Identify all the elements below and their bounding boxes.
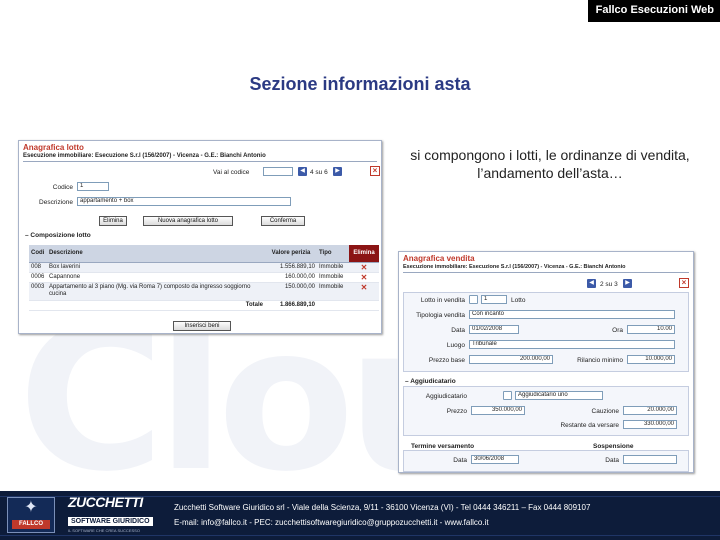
prezzo-input[interactable]: 350.000,00: [471, 406, 525, 415]
window-subtitle: Esecuzione immobiliare: Esecuzione S.r.l…: [403, 264, 626, 270]
slide-description: si compongono i lotti, le ordinanze di v…: [410, 147, 690, 181]
data-label: Data: [451, 327, 465, 334]
footer-address: Zucchetti Software Giuridico srl - Viale…: [174, 503, 591, 512]
delete-row-icon[interactable]: ✕: [349, 272, 379, 283]
table-row[interactable]: 008 Box laverini 1.556.889,10 Immobile ✕: [29, 262, 379, 273]
restante-label: Restante da versare: [560, 422, 619, 429]
close-icon[interactable]: ×: [370, 166, 380, 176]
divider: [403, 272, 689, 273]
row-value: 160.000,00: [265, 272, 317, 283]
row-value: 1.556.889,10: [265, 262, 317, 273]
delete-row-icon[interactable]: ✕: [349, 262, 379, 273]
ora-input[interactable]: 10.00: [627, 325, 675, 334]
row-type: Immobile: [317, 282, 349, 301]
section-label: Composizione lotto: [30, 232, 91, 239]
brand-label: Fallco Esecuzioni Web: [587, 0, 720, 22]
window-subtitle: Esecuzione immobiliare: Esecuzione S.r.l…: [23, 153, 266, 159]
lookup-button[interactable]: [469, 295, 478, 304]
prev-record-button[interactable]: ◀: [587, 279, 596, 288]
luogo-input[interactable]: Tribunale: [469, 340, 675, 349]
zucchetti-logo: ZUCCHETTI SOFTWARE GIURIDICO IL SOFTWARE…: [68, 495, 158, 534]
section-label: Aggiudicatario: [410, 378, 456, 385]
next-record-button[interactable]: ▶: [333, 167, 342, 176]
col-valore-perizia: Valore perizia: [265, 245, 317, 263]
lookup-button[interactable]: [503, 391, 512, 400]
sospensione-data-label: Data: [605, 457, 619, 464]
lotto-label: Lotto in vendita: [420, 297, 465, 304]
aggiudicatario-input[interactable]: Aggiudicatario uno: [515, 391, 603, 400]
tipologia-label: Tipologia vendita: [416, 312, 465, 319]
aggiudicatario-section: – Aggiudicatario: [405, 378, 456, 385]
pager-label: 2 su 3: [600, 281, 618, 288]
nuova-anagrafica-lotto-button[interactable]: Nuova anagrafica lotto: [143, 216, 233, 226]
aggiudicatario-label: Aggiudicatario: [425, 393, 467, 400]
codice-input[interactable]: 1: [77, 182, 109, 191]
col-tipo: Tipo: [317, 245, 349, 263]
inserisci-beni-button[interactable]: Inserisci beni: [173, 321, 231, 331]
composizione-lotto-section: – Composizione lotto: [25, 232, 91, 239]
pager-label: 4 su 6: [310, 169, 328, 176]
window-title: Anagrafica lotto: [23, 143, 84, 152]
footer-contacts: E-mail: info@fallco.it - PEC: zucchettis…: [174, 518, 489, 527]
total-value: 1.866.889,10: [265, 300, 317, 311]
prezzo-label: Prezzo: [446, 408, 467, 415]
next-record-button[interactable]: ▶: [623, 279, 632, 288]
sospensione-section: Sospensione: [593, 443, 634, 450]
table-row[interactable]: 0003 Appartamento al 3 piano (Mg. via Ro…: [29, 282, 379, 301]
delete-row-icon[interactable]: ✕: [349, 282, 379, 301]
rilancio-minimo-input[interactable]: 10.000,00: [627, 355, 675, 364]
termine-data-input[interactable]: 30/06/2008: [471, 455, 519, 464]
row-code: 008: [29, 262, 47, 273]
descrizione-input[interactable]: appartamento + box: [77, 197, 291, 206]
cauzione-input[interactable]: 20.000,00: [623, 406, 677, 415]
termine-versamento-section: Termine versamento: [411, 443, 475, 450]
prezzo-base-input[interactable]: 200.000,00: [469, 355, 553, 364]
eagle-icon: ✦: [24, 499, 38, 516]
row-code: 0003: [29, 282, 47, 301]
lotto-code-input[interactable]: 1: [481, 295, 507, 304]
footer: ✦ FALLCO ZUCCHETTI SOFTWARE GIURIDICO IL…: [0, 491, 720, 540]
luogo-label: Luogo: [446, 342, 465, 349]
rilancio-minimo-label: Rilancio minimo: [577, 357, 623, 364]
cauzione-label: Cauzione: [591, 408, 619, 415]
prezzo-base-label: Prezzo base: [428, 357, 465, 364]
col-codice: Codi: [29, 245, 47, 263]
termine-data-label: Data: [453, 457, 467, 464]
tipologia-input[interactable]: Con incanto: [469, 310, 675, 319]
row-type: Immobile: [317, 262, 349, 273]
col-descrizione: Descrizione: [47, 245, 265, 263]
descrizione-label: Descrizione: [39, 199, 73, 206]
total-label: Totale: [47, 300, 265, 311]
close-icon[interactable]: ×: [679, 278, 689, 288]
row-value: 150.000,00: [265, 282, 317, 301]
fallco-logo: ✦ FALLCO: [7, 497, 55, 533]
lotto-field-label: Lotto: [511, 297, 526, 304]
restante-input[interactable]: 330.000,00: [623, 420, 677, 429]
anagrafica-vendita-window: Anagrafica vendita Esecuzione immobiliar…: [398, 251, 694, 473]
sospensione-data-input[interactable]: [623, 455, 677, 464]
row-code: 0006: [29, 272, 47, 283]
goto-code-label: Vai al codice: [213, 169, 250, 176]
divider: [23, 161, 377, 162]
prev-record-button[interactable]: ◀: [298, 167, 307, 176]
total-row: Totale 1.866.889,10: [29, 300, 379, 311]
anagrafica-lotto-window: Anagrafica lotto Esecuzione immobiliare:…: [18, 140, 382, 334]
row-type: Immobile: [317, 272, 349, 283]
slide-title: Sezione informazioni asta: [249, 74, 471, 94]
table-row[interactable]: 0006 Capannone 160.000,00 Immobile ✕: [29, 272, 379, 283]
conferma-button[interactable]: Conferma: [261, 216, 305, 226]
ora-label: Ora: [612, 327, 623, 334]
elimina-button[interactable]: Elimina: [99, 216, 127, 226]
row-description: Appartamento al 3 piano (Mg. via Roma 7)…: [47, 282, 265, 301]
codice-label: Codice: [52, 184, 73, 191]
row-description: Box laverini: [47, 262, 265, 273]
col-elimina: Elimina: [349, 245, 379, 263]
data-input[interactable]: 01/02/2008: [469, 325, 519, 334]
row-description: Capannone: [47, 272, 265, 283]
goto-code-input[interactable]: [263, 167, 293, 176]
slide: Cloud Fallco Esecuzioni Web Sezione info…: [0, 0, 720, 540]
composizione-lotto-table: Codi Descrizione Valore perizia Tipo Eli…: [29, 245, 379, 311]
window-title: Anagrafica vendita: [403, 254, 475, 263]
